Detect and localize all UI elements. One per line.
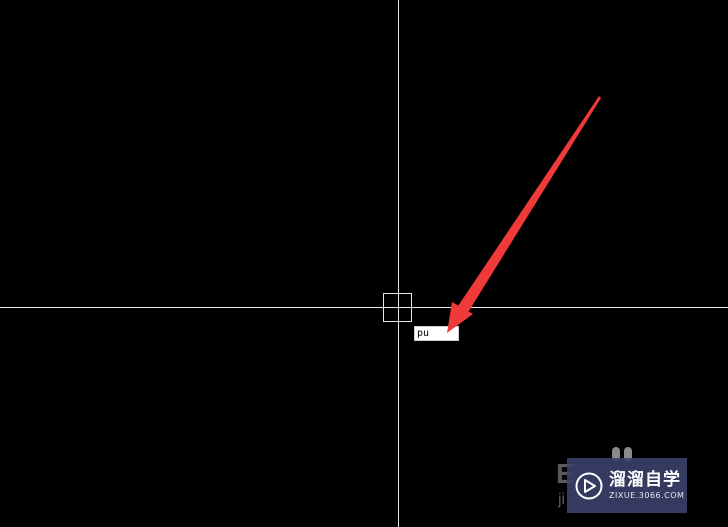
watermark-url: ZIXUE.3066.COM — [609, 491, 685, 500]
arrow-shaft — [456, 96, 601, 314]
watermark-badge: 溜溜自学 ZIXUE.3066.COM — [567, 458, 687, 513]
crosshair-vertical-line — [398, 0, 399, 527]
dynamic-command-input[interactable]: pu — [414, 326, 459, 341]
cursor-pickbox — [383, 293, 412, 322]
play-badge-icon — [575, 472, 603, 499]
command-input-text: pu — [417, 328, 430, 339]
watermark-title: 溜溜自学 — [609, 470, 681, 490]
background-logo-subtext: ji — [558, 491, 566, 508]
crosshair-horizontal-line — [0, 307, 728, 308]
cad-drawing-area[interactable]: pu E ji 溜溜自学 ZIXUE.3066.COM — [0, 0, 728, 527]
